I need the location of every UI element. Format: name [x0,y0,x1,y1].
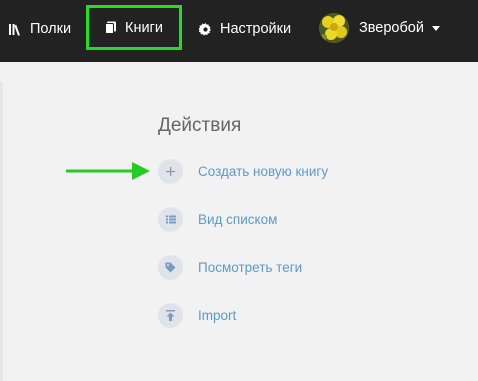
flower-avatar-image [319,13,349,43]
gear-icon [199,22,212,36]
nav-shelves[interactable]: Полки [9,21,71,37]
user-menu[interactable]: Зверобой [319,13,440,43]
top-navbar: Полки Книги Настройки Зверобой [0,0,478,62]
shelves-icon [9,23,20,36]
nav-books-label: Книги [125,19,163,36]
import-label: Import [198,308,237,323]
upload-icon [158,303,183,328]
avatar [319,13,349,43]
create-book-action[interactable]: Создать новую книгу [158,159,328,184]
view-tags-label: Посмотреть теги [198,260,303,275]
import-action[interactable]: Import [158,303,236,328]
plus-icon [158,159,183,184]
tag-icon [158,255,183,280]
list-icon [158,207,183,232]
list-view-label: Вид списком [198,212,278,227]
book-icon [105,21,116,34]
caret-down-icon [431,25,440,31]
nav-books[interactable]: Книги [86,5,182,50]
view-tags-action[interactable]: Посмотреть теги [158,255,302,280]
user-name: Зверобой [359,20,424,36]
list-view-action[interactable]: Вид списком [158,207,277,232]
actions-heading: Действия [158,115,242,136]
nav-shelves-label: Полки [30,21,72,37]
green-arrow-indicator [66,162,150,180]
nav-settings[interactable]: Настройки [199,21,291,37]
create-book-label: Создать новую книгу [198,164,329,179]
nav-settings-label: Настройки [220,21,292,37]
